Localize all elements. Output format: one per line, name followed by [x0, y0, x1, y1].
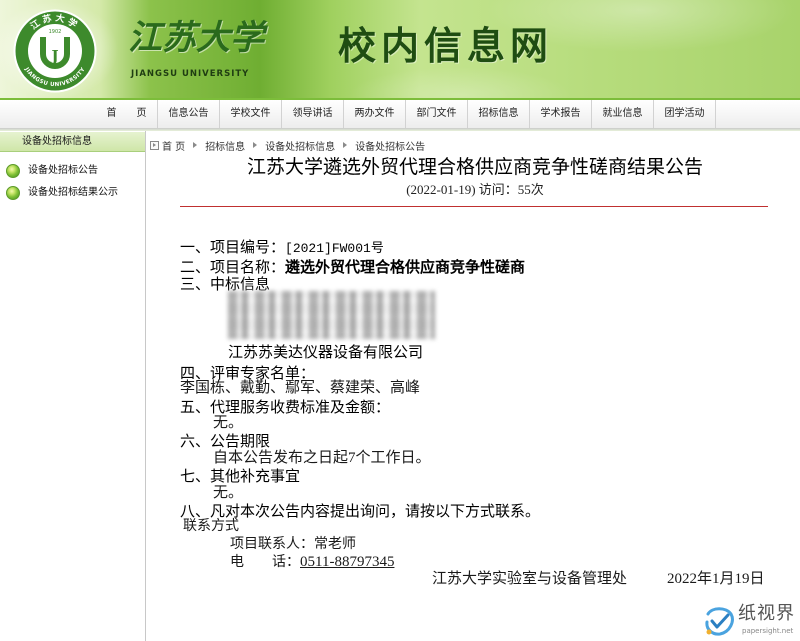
nav-item-school-docs[interactable]: 学校文件	[220, 100, 282, 128]
phone-line: 电 话：0511-88797345	[230, 553, 394, 571]
other-value: 无。	[213, 485, 244, 501]
signature-org: 江苏大学实验室与设备管理处	[432, 571, 628, 587]
nav-item-speeches[interactable]: 领导讲话	[282, 100, 344, 128]
nav-item-student-activities[interactable]: 团学活动	[654, 100, 716, 128]
breadcrumb-bidding[interactable]: 招标信息	[205, 138, 245, 153]
contact-person-value: 常老师	[314, 537, 356, 552]
nav-item-bidding[interactable]: 招标信息	[468, 100, 530, 128]
project-name-line: 二、项目名称：遴选外贸代理合格供应商竞争性磋商	[180, 259, 525, 277]
green-ball-icon	[6, 186, 20, 200]
triangle-right-icon	[343, 142, 348, 148]
contact-heading: 联系方式	[183, 519, 239, 534]
sidebar-item-bidding-notice[interactable]: 设备处招标公告	[6, 163, 142, 179]
project-number-label: 一、项目编号：	[180, 240, 286, 256]
phone-link[interactable]: 0511-88797345	[300, 554, 394, 570]
logo-letter: J	[49, 47, 58, 65]
watermark: 纸视界 papersight.net	[702, 602, 798, 638]
title-divider	[180, 206, 768, 207]
green-ball-icon	[6, 164, 20, 178]
article-meta: (2022-01-19) 访问：55次	[406, 182, 544, 197]
main-nav: 首 页 信息公告 学校文件 领导讲话 两办文件 部门文件 招标信息 学术报告 就…	[0, 100, 800, 128]
breadcrumb-equipment-bidding[interactable]: 设备处招标信息	[265, 138, 335, 153]
fee-heading: 五、代理服务收费标准及金额：	[180, 398, 391, 416]
project-name-value: 遴选外贸代理合格供应商竞争性磋商	[285, 260, 526, 276]
sidebar: 设备处招标信息 设备处招标公告 设备处招标结果公示	[0, 131, 146, 641]
logo-year: 1902	[49, 29, 62, 35]
triangle-right-icon	[193, 142, 198, 148]
experts-list: 李国栋、戴勤、鄢军、蔡建荣、高峰	[180, 380, 421, 396]
nav-item-dept-docs[interactable]: 部门文件	[406, 100, 468, 128]
nav-item-employment[interactable]: 就业信息	[592, 100, 654, 128]
location-icon	[150, 140, 159, 150]
nav-item-academic[interactable]: 学术报告	[530, 100, 592, 128]
other-heading: 七、其他补充事宜	[180, 467, 301, 485]
triangle-right-icon	[253, 142, 258, 148]
watermark-name: 纸视界	[738, 603, 795, 624]
period-value: 自本公告发布之日起7个工作日。	[213, 450, 431, 466]
fee-value: 无。	[213, 415, 244, 431]
sidebar-item-label: 设备处招标结果公示	[28, 187, 118, 198]
nav-item-announcements[interactable]: 信息公告	[158, 100, 220, 128]
site-header: 江苏大学 JIANGSU UNIVERSITY 1902 J 江苏大学 JIAN…	[0, 0, 800, 100]
breadcrumb-home[interactable]: 首 页	[162, 138, 185, 153]
project-name-label: 二、项目名称：	[180, 260, 286, 276]
winner-company: 江苏苏美达仪器设备有限公司	[228, 345, 424, 361]
school-name-chinese: 江苏大学	[128, 18, 264, 58]
nav-item-office-docs[interactable]: 两办文件	[344, 100, 406, 128]
papersight-logo-icon	[705, 607, 734, 636]
breadcrumb-current[interactable]: 设备处招标公告	[355, 138, 425, 153]
project-number-value: [2021]FW001号	[285, 241, 384, 256]
breadcrumb: 首 页 招标信息 设备处招标信息 设备处招标公告	[150, 138, 425, 153]
school-name-english: JIANGSU UNIVERSITY	[131, 69, 250, 79]
redacted-image	[228, 291, 435, 339]
contact-person-label: 项目联系人：	[230, 537, 314, 552]
sidebar-item-label: 设备处招标公告	[28, 165, 98, 176]
signature-date: 2022年1月19日	[667, 571, 765, 587]
sidebar-title: 设备处招标信息	[0, 132, 145, 152]
phone-label: 电 话：	[230, 555, 300, 570]
contact-person-line: 项目联系人：常老师	[230, 536, 356, 554]
period-heading: 六、公告期限	[180, 432, 271, 450]
sidebar-item-bidding-results[interactable]: 设备处招标结果公示	[6, 185, 142, 201]
university-logo-icon[interactable]: 江苏大学 JIANGSU UNIVERSITY 1902 J	[13, 9, 97, 93]
nav-item-home[interactable]: 首 页	[96, 100, 158, 128]
site-name: 校内信息网	[338, 23, 554, 68]
watermark-url: papersight.net	[742, 627, 794, 635]
project-number-line: 一、项目编号：[2021]FW001号	[180, 239, 384, 257]
article-title: 江苏大学遴选外贸代理合格供应商竞争性磋商结果公告	[246, 157, 703, 178]
